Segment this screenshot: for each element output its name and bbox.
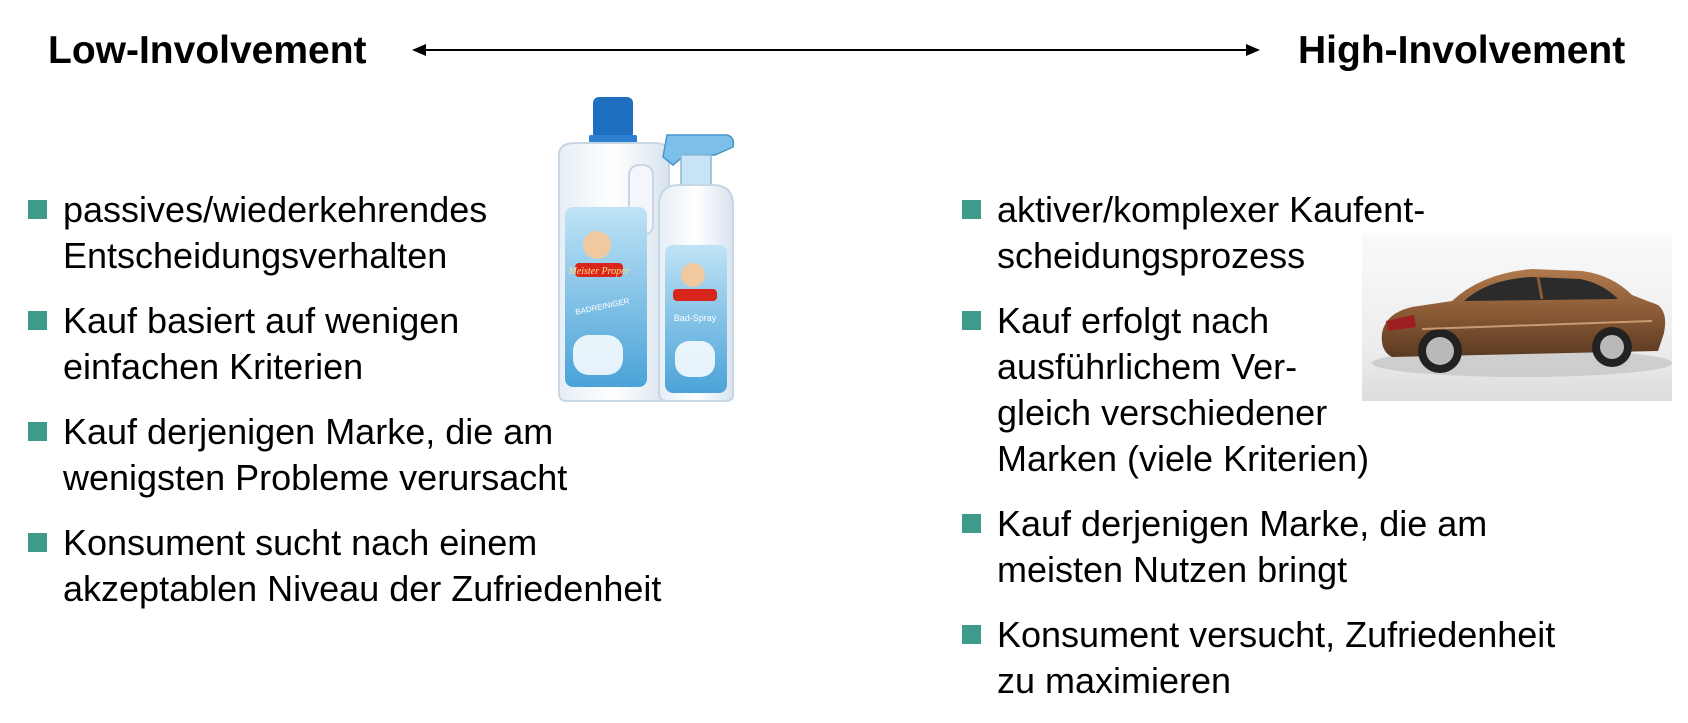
bullet-icon — [28, 311, 47, 330]
bullet-icon — [962, 514, 981, 533]
spray-label: Bad-Spray — [674, 313, 717, 323]
bullet-icon — [962, 200, 981, 219]
brand-label: Meister Proper — [567, 266, 629, 277]
list-item: Konsument versucht, Zufriedenheit zu max… — [962, 612, 1642, 704]
high-involvement-heading: High-Involvement — [1298, 29, 1626, 72]
bullet-icon — [28, 200, 47, 219]
bullet-icon — [962, 625, 981, 644]
list-item: Kauf derjenigen Marke, die am meisten Nu… — [962, 501, 1642, 593]
low-involvement-heading: Low-Involvement — [48, 29, 367, 72]
double-arrow-icon — [412, 44, 1260, 56]
cleaning-products-image: Meister Proper BADREINIGER Bad-Spray — [558, 97, 735, 402]
bullet-icon — [28, 422, 47, 441]
bullet-icon — [962, 311, 981, 330]
list-item: Kauf derjenigen Marke, die am wenigsten … — [28, 409, 748, 501]
luxury-car-image — [1362, 233, 1672, 401]
bullet-icon — [28, 533, 47, 552]
list-item: Konsument sucht nach einem akzeptablen N… — [28, 520, 748, 612]
